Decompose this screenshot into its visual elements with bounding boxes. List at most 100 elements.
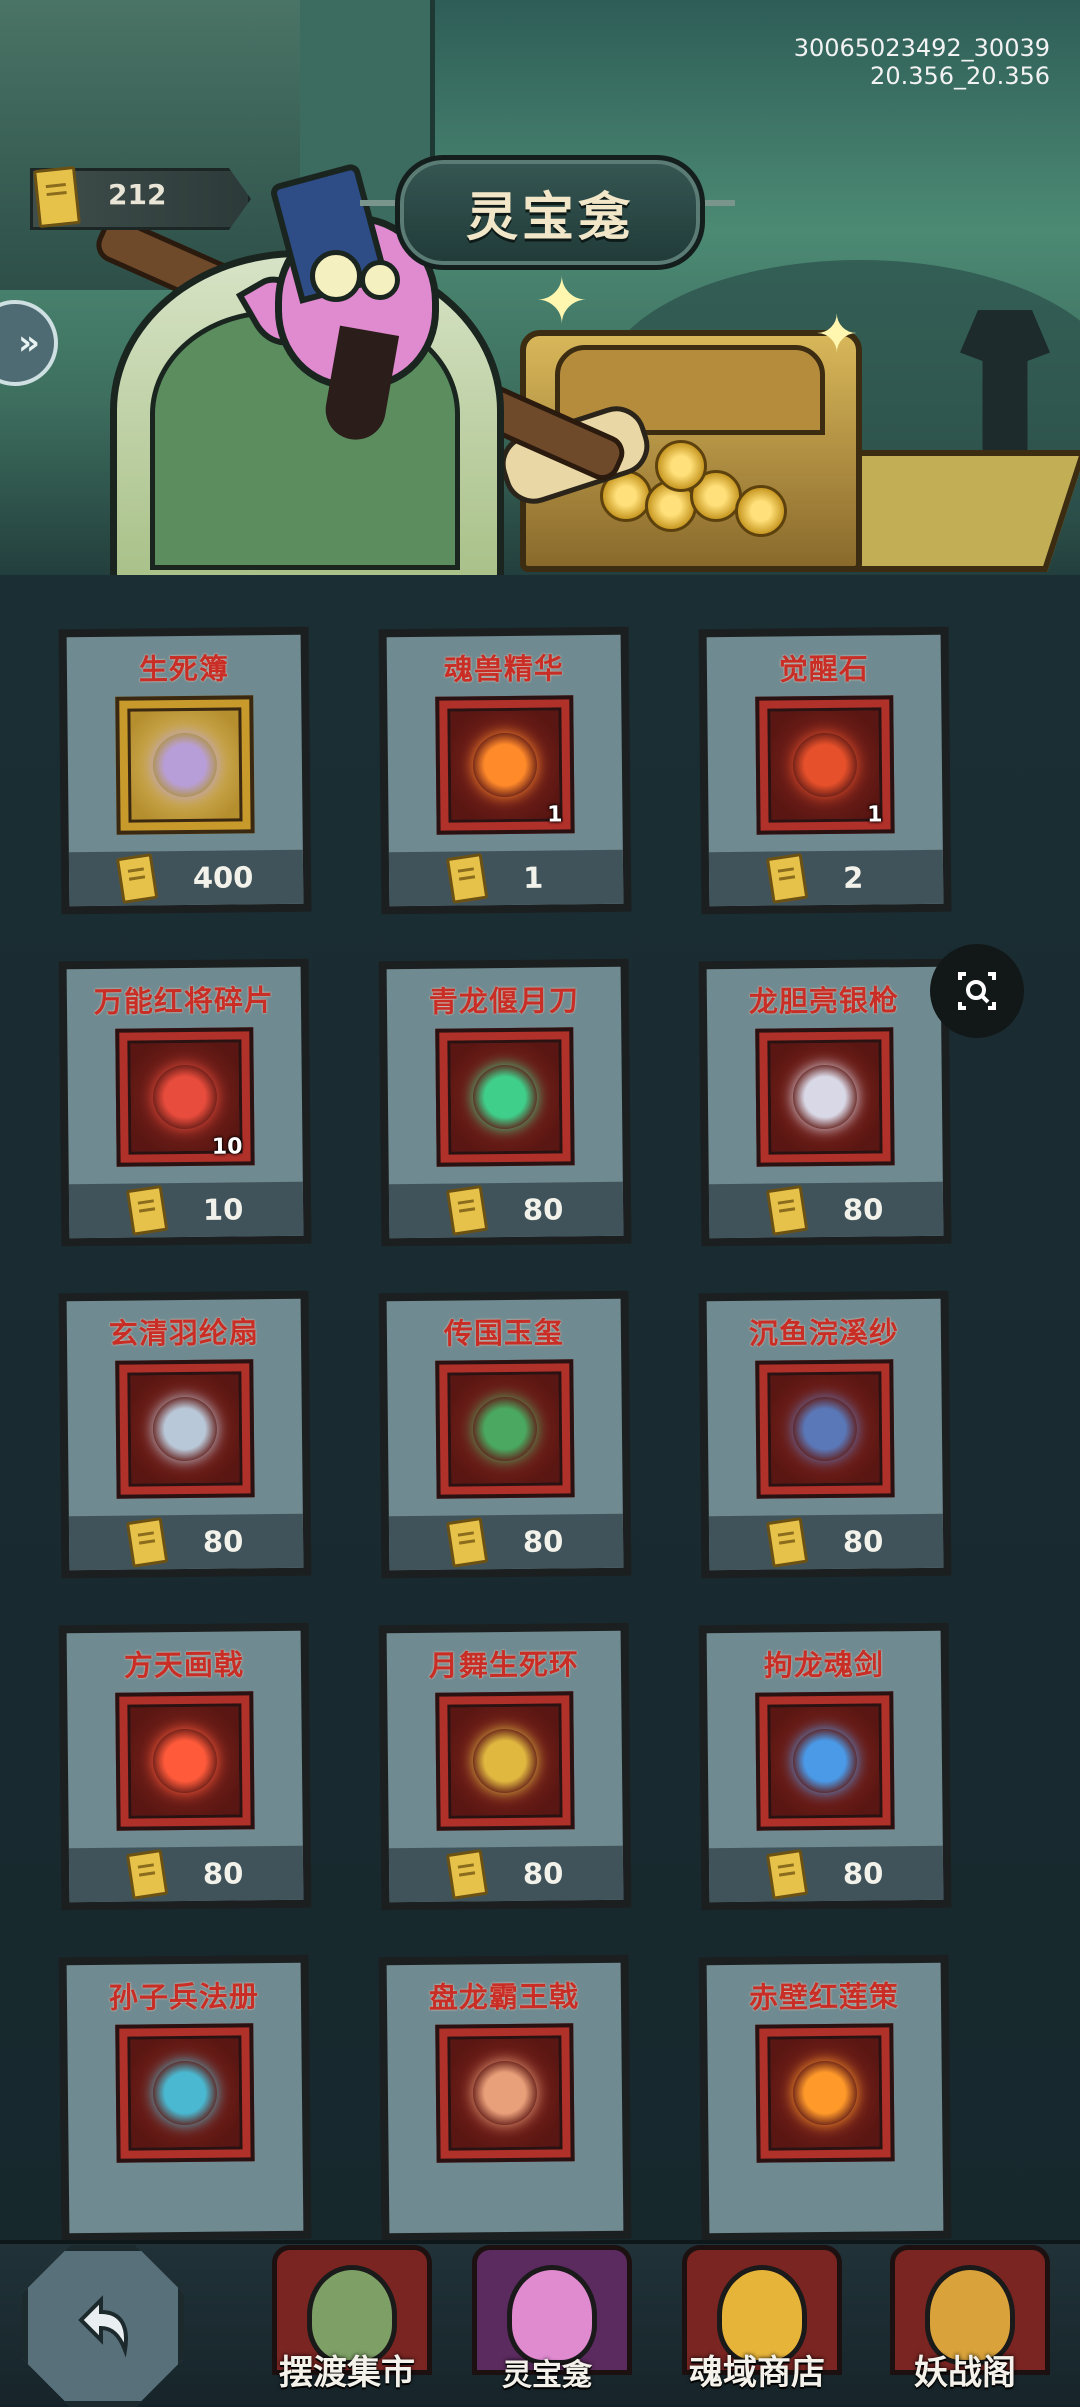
item-price: 80: [842, 1856, 884, 1891]
ticket-icon: [765, 1184, 809, 1236]
price-bar: 80: [388, 1845, 624, 1903]
item-card[interactable]: 玄清羽纶扇 80: [58, 1290, 312, 1579]
ticket-icon: [125, 1184, 169, 1236]
item-card[interactable]: 月舞生死环 80: [378, 1622, 632, 1911]
item-name: 拘龙魂剑: [763, 1647, 885, 1683]
item-frame: 10: [115, 1027, 255, 1167]
nav-tab-label: 魂域商店: [689, 2353, 825, 2393]
scroll-icon: [152, 2060, 218, 2126]
item-frame: [115, 695, 255, 835]
item-frame-inner: [447, 1371, 563, 1487]
item-frame: [435, 2023, 575, 2163]
ticket-icon: [445, 1848, 489, 1900]
item-frame: 1: [435, 695, 575, 835]
item-price: 1: [522, 860, 544, 895]
page-title: 灵宝龛: [465, 188, 634, 248]
spear-icon: [792, 1064, 858, 1130]
item-frame: 1: [755, 695, 895, 835]
item-card-body: 传国玉玺 80: [386, 1298, 624, 1571]
item-card[interactable]: 方天画戟 80: [58, 1622, 312, 1911]
id-line-1: 30065023492_30039: [793, 34, 1050, 62]
item-card[interactable]: 生死簿 400: [58, 626, 312, 915]
item-name: 万能红将碎片: [93, 983, 275, 1019]
item-card[interactable]: 万能红将碎片 10 10: [58, 958, 312, 1247]
ticket-icon: [765, 1516, 809, 1568]
item-price: 80: [202, 1856, 244, 1891]
item-card-body: 魂兽精华 1 1: [386, 634, 624, 907]
item-card-body: 万能红将碎片 10 10: [66, 966, 304, 1239]
seal-icon: [472, 1396, 538, 1462]
item-price: 2: [842, 860, 864, 895]
ticket-icon: [765, 852, 809, 904]
price-bar: 80: [708, 1181, 944, 1239]
item-card[interactable]: 龙胆亮银枪 80: [698, 958, 952, 1247]
item-frame: [115, 1691, 255, 1831]
price-bar: 80: [708, 1845, 944, 1903]
item-frame-inner: [447, 707, 563, 823]
item-name: 方天画戟: [123, 1647, 245, 1683]
item-frame: [115, 2023, 255, 2163]
ticket-icon: [125, 1516, 169, 1568]
price-bar: 80: [388, 1181, 624, 1239]
coin-icon: [655, 440, 707, 492]
item-name: 魂兽精华: [443, 651, 565, 687]
nav-tab-ferry-market[interactable]: 摆渡集市: [262, 2225, 432, 2400]
price-bar: 80: [68, 1513, 304, 1571]
nav-tab-lingbao[interactable]: 灵宝龛: [462, 2225, 632, 2400]
item-card-body: 生死簿 400: [66, 634, 304, 907]
halberd-icon: [152, 1728, 218, 1794]
item-card-body: 月舞生死环 80: [386, 1630, 624, 1903]
hero-shard-icon: [152, 1064, 218, 1130]
ticket-icon: [445, 1516, 489, 1568]
price-bar: 1: [388, 849, 624, 907]
item-name: 传国玉玺: [443, 1315, 565, 1351]
item-card-body: 赤壁红莲策: [706, 1962, 944, 2234]
lens-search-icon: [958, 972, 996, 1010]
item-card[interactable]: 传国玉玺 80: [378, 1290, 632, 1579]
item-name: 龙胆亮银枪: [748, 983, 900, 1019]
lens-search-button[interactable]: [930, 944, 1024, 1038]
price-bar: 2: [708, 849, 944, 907]
nav-tab-soul-shop[interactable]: 魂域商店: [672, 2225, 842, 2400]
nav-tab-demon-pavilion[interactable]: 妖战阁: [880, 2225, 1050, 2400]
fan-icon: [152, 1396, 218, 1462]
ticket-icon: [445, 852, 489, 904]
item-frame: [435, 1027, 575, 1167]
item-quantity: 10: [211, 1134, 243, 1160]
nav-tab-label: 妖战阁: [914, 2353, 1016, 2393]
item-frame-inner: [127, 2035, 243, 2151]
item-card[interactable]: 赤壁红莲策: [698, 1954, 952, 2242]
coin-icon: [735, 485, 787, 537]
item-card[interactable]: 拘龙魂剑 80: [698, 1622, 952, 1911]
item-price: 10: [202, 1192, 244, 1227]
price-bar: 80: [388, 1513, 624, 1571]
item-frame-inner: [767, 2035, 883, 2151]
item-price: 80: [842, 1524, 884, 1559]
title-plate: 灵宝龛: [395, 155, 705, 270]
item-name: 月舞生死环: [428, 1647, 580, 1683]
item-frame: [435, 1691, 575, 1831]
item-card[interactable]: 孙子兵法册: [58, 1954, 312, 2242]
nav-tab-label: 摆渡集市: [279, 2353, 415, 2393]
item-card-body: 青龙偃月刀 80: [386, 966, 624, 1239]
item-card[interactable]: 青龙偃月刀 80: [378, 958, 632, 1247]
character-eye: [310, 250, 362, 302]
item-frame: [755, 1359, 895, 1499]
item-frame-inner: [447, 1703, 563, 1819]
price-bar: 400: [68, 849, 304, 907]
item-price: 80: [202, 1524, 244, 1559]
book-icon: [152, 732, 218, 798]
item-name: 青龙偃月刀: [428, 983, 580, 1019]
fire-orb-icon: [472, 732, 538, 798]
item-card[interactable]: 魂兽精华 1 1: [378, 626, 632, 915]
item-frame-inner: [767, 1371, 883, 1487]
item-card[interactable]: 盘龙霸王戟: [378, 1954, 632, 2242]
item-card[interactable]: 觉醒石 1 2: [698, 626, 952, 915]
item-frame: [435, 1359, 575, 1499]
item-card-body: 方天画戟 80: [66, 1630, 304, 1903]
item-frame: [755, 2023, 895, 2163]
item-card[interactable]: 沉鱼浣溪纱 80: [698, 1290, 952, 1579]
item-name: 觉醒石: [778, 651, 870, 687]
item-card-body: 孙子兵法册: [66, 1962, 304, 2234]
back-button[interactable]: [22, 2245, 184, 2407]
